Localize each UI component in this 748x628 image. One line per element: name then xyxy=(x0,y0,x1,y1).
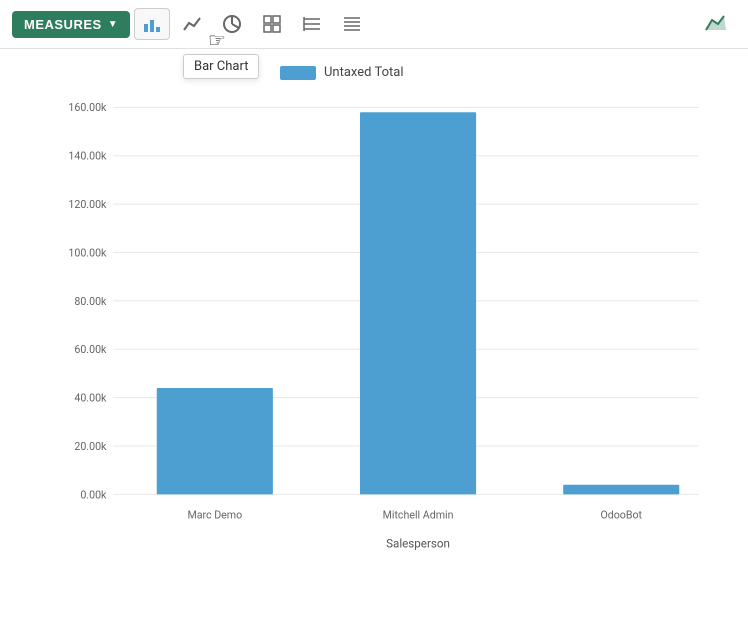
pie-chart-icon xyxy=(222,14,242,34)
bar-mitchell-admin[interactable] xyxy=(360,112,476,494)
list-icon-1 xyxy=(302,14,322,34)
bar-chart-svg: 160.00k 140.00k 120.00k 100.00k 80.00k 6… xyxy=(60,88,718,562)
chart-svg-container: 160.00k 140.00k 120.00k 100.00k 80.00k 6… xyxy=(60,88,718,566)
chart-area: Untaxed Total 160.00k 140.00k 120.00k 10… xyxy=(0,49,748,621)
svg-text:OdooBot: OdooBot xyxy=(600,509,642,522)
pie-chart-button[interactable] xyxy=(214,8,250,40)
bar-chart-tooltip: Bar Chart xyxy=(183,54,259,79)
svg-text:Marc Demo: Marc Demo xyxy=(187,509,242,522)
toolbar: MEASURES ▼ xyxy=(0,0,748,49)
bar-chart-icon xyxy=(142,14,162,34)
bar-odoobot[interactable] xyxy=(563,485,679,495)
pivot-icon xyxy=(262,14,282,34)
svg-text:100.00k: 100.00k xyxy=(68,246,107,259)
svg-text:80.00k: 80.00k xyxy=(74,295,107,308)
bar-marc-demo[interactable] xyxy=(157,388,273,494)
line-chart-icon xyxy=(182,14,202,34)
mountain-chart-button[interactable] xyxy=(696,8,736,40)
tooltip-label: Bar Chart xyxy=(194,59,248,74)
list-button-2[interactable] xyxy=(334,8,370,40)
svg-text:Salesperson: Salesperson xyxy=(386,537,450,551)
measures-label: MEASURES xyxy=(24,17,102,32)
svg-text:160.00k: 160.00k xyxy=(68,101,107,114)
bar-chart-button[interactable] xyxy=(134,8,170,40)
svg-text:120.00k: 120.00k xyxy=(68,198,107,211)
legend-label: Untaxed Total xyxy=(324,65,403,80)
svg-text:Mitchell Admin: Mitchell Admin xyxy=(383,509,454,522)
svg-text:60.00k: 60.00k xyxy=(74,343,107,356)
svg-text:0.00k: 0.00k xyxy=(80,488,107,501)
legend-color-swatch xyxy=(280,66,316,80)
svg-text:140.00k: 140.00k xyxy=(68,150,107,163)
list-button-1[interactable] xyxy=(294,8,330,40)
line-chart-button[interactable] xyxy=(174,8,210,40)
svg-text:40.00k: 40.00k xyxy=(74,392,107,405)
measures-arrow: ▼ xyxy=(108,19,118,30)
pivot-button[interactable] xyxy=(254,8,290,40)
list-icon-2 xyxy=(342,14,362,34)
chart-legend: Untaxed Total xyxy=(280,65,718,80)
measures-button[interactable]: MEASURES ▼ xyxy=(12,11,130,38)
svg-text:20.00k: 20.00k xyxy=(74,440,107,453)
mountain-chart-icon xyxy=(704,14,728,34)
